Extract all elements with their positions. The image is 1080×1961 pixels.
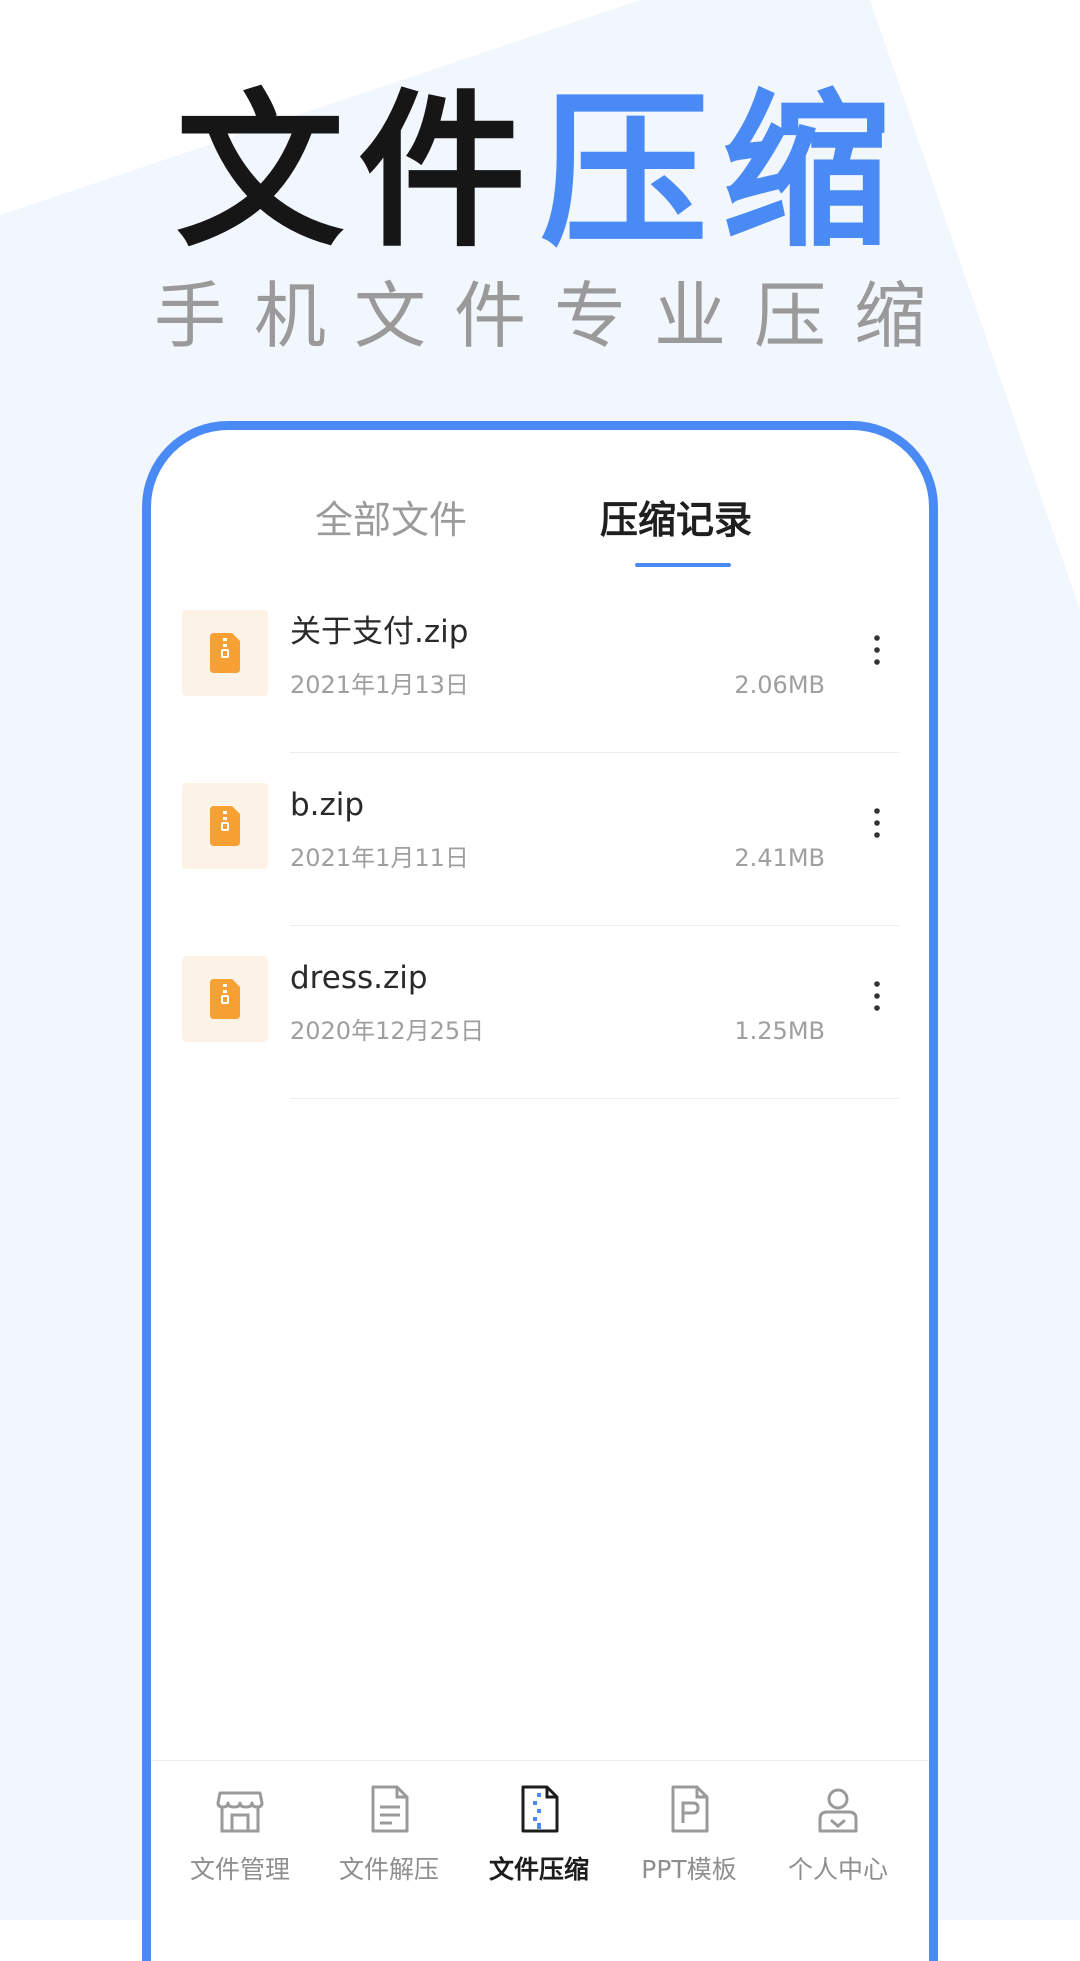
file-date: 2020年12月25日 <box>290 1017 485 1045</box>
file-date: 2021年1月13日 <box>290 671 469 699</box>
nav-profile[interactable]: 个人中心 <box>763 1779 913 1909</box>
nav-label: PPT模板 <box>641 1855 737 1884</box>
headline-part-dark: 文件 <box>176 74 540 270</box>
zip-file-icon <box>182 956 268 1042</box>
nav-label: 文件解压 <box>338 1855 439 1884</box>
list-item[interactable]: dress.zip 2020年12月25日 1.25MB <box>151 926 929 1099</box>
nav-label: 个人中心 <box>787 1855 888 1884</box>
nav-label: 文件管理 <box>189 1855 290 1884</box>
storefront-icon <box>216 1791 264 1833</box>
zip-file-icon <box>182 783 268 869</box>
phone-frame: 全部文件 压缩记录 关于支付.zip 2021年1月13日 2.06MB b.z… <box>142 421 938 1961</box>
tab-all-files[interactable]: 全部文件 <box>306 490 476 550</box>
file-size: 1.25MB <box>734 1017 825 1045</box>
file-date: 2021年1月11日 <box>290 844 469 872</box>
nav-file-extract[interactable]: 文件解压 <box>314 1779 464 1909</box>
file-name: b.zip <box>290 787 365 823</box>
promo-headline: 文件压缩 <box>0 88 1080 256</box>
list-item[interactable]: 关于支付.zip 2021年1月13日 2.06MB <box>151 580 929 753</box>
bottom-navigation: 文件管理 文件解压 文件压缩 PPT模板 个人中心 <box>151 1760 929 1961</box>
nav-file-compress[interactable]: 文件压缩 <box>464 1779 614 1909</box>
list-item[interactable]: b.zip 2021年1月11日 2.41MB <box>151 753 929 926</box>
tab-compress-records[interactable]: 压缩记录 <box>591 490 761 550</box>
nav-file-manager[interactable]: 文件管理 <box>165 1779 315 1909</box>
file-size: 2.06MB <box>734 671 825 699</box>
tab-bar: 全部文件 压缩记录 <box>151 490 929 550</box>
headline-part-blue: 压缩 <box>540 74 904 270</box>
file-list: 关于支付.zip 2021年1月13日 2.06MB b.zip 2021年1月… <box>151 580 929 1099</box>
more-options-icon[interactable] <box>867 801 887 845</box>
more-options-icon[interactable] <box>867 974 887 1018</box>
ppt-icon <box>671 1785 709 1833</box>
user-icon <box>818 1788 858 1833</box>
active-tab-indicator <box>635 563 731 567</box>
zip-file-icon <box>182 610 268 696</box>
file-size: 2.41MB <box>734 844 825 872</box>
promo-subheadline: 手机文件专业压缩 <box>153 274 954 358</box>
nav-ppt-templates[interactable]: PPT模板 <box>614 1779 764 1909</box>
file-name: dress.zip <box>290 960 428 996</box>
more-options-icon[interactable] <box>867 628 887 672</box>
nav-label: 文件压缩 <box>488 1855 589 1884</box>
file-name: 关于支付.zip <box>290 614 469 650</box>
row-divider <box>290 1098 899 1099</box>
document-icon <box>371 1785 409 1833</box>
zip-document-icon <box>521 1785 559 1833</box>
